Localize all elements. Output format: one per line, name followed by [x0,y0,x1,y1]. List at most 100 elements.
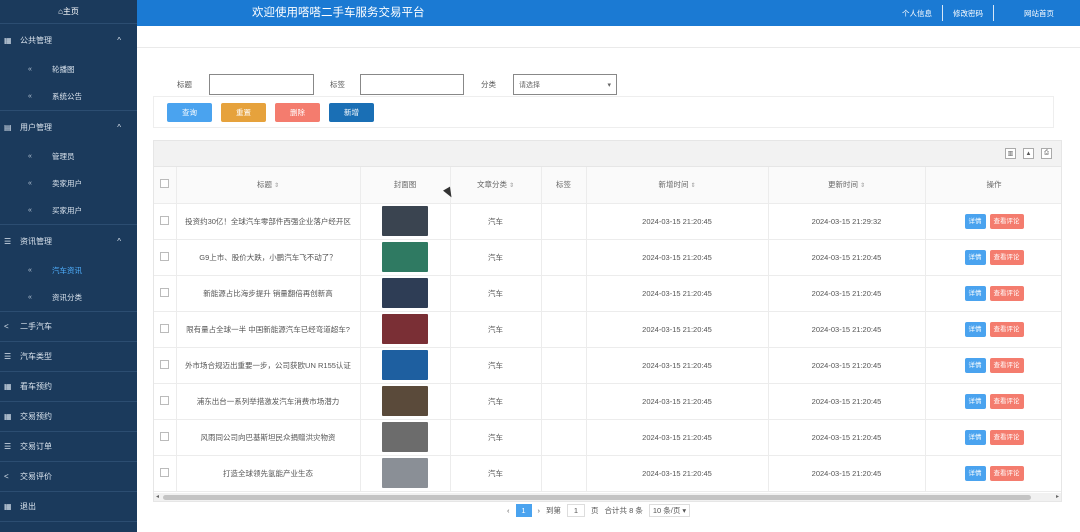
detail-button[interactable]: 详情 [964,429,986,445]
column-created[interactable]: 新增时间 ⇕ [586,167,769,204]
sidebar-item-news-category[interactable]: « 资讯分类 [0,284,137,311]
column-category[interactable]: 文章分类 ⇕ [450,167,542,204]
page-number-current[interactable]: 1 [515,504,532,517]
columns-icon[interactable]: ▥ [1005,148,1016,159]
column-title[interactable]: 标题 ⇕ [176,167,361,204]
next-page-button[interactable]: › [538,506,541,515]
category-select[interactable]: 请选择 ▾ [513,74,617,95]
tag-input[interactable] [360,74,464,95]
category-select-value: 请选择 [519,81,540,89]
list-icon: ☰ [4,236,12,246]
row-checkbox[interactable] [154,347,177,384]
website-home-link[interactable]: 网站首页 [994,8,1080,19]
sidebar-item-reviews[interactable]: < 交易评价 [0,462,137,492]
detail-button[interactable]: 详情 [964,285,986,301]
view-reviews-button[interactable]: 查看评论 [989,249,1024,265]
news-table: 标题 ⇕ 封面图 文章分类 ⇕ 标签 新增时间 ⇕ 更新时间 ⇕ 操作 投资约30亿！全… [154,167,1061,492]
sidebar-home[interactable]: ⌂主页 [0,0,137,24]
sidebar-item-used-cars[interactable]: < 二手汽车 [0,312,137,342]
scroll-right-icon[interactable]: ▸ [1056,493,1059,500]
row-checkbox[interactable] [154,311,177,348]
view-reviews-button[interactable]: 查看评论 [989,321,1024,337]
horizontal-scrollbar[interactable]: ◂ ▸ [154,493,1061,501]
change-password-link[interactable]: 修改密码 [943,8,993,19]
search-form: 标题 标签 分类 请选择 ▾ [177,74,617,95]
row-checkbox[interactable] [154,419,177,456]
row-ops: 详情 查看评论 [925,383,1061,420]
row-created: 2024-03-15 21:20:45 [586,455,769,492]
sidebar-item-buyer[interactable]: « 买家用户 [0,197,137,224]
sidebar-item-car-news[interactable]: « 汽车资讯 [0,257,137,284]
view-reviews-button[interactable]: 查看评论 [989,213,1024,229]
print-icon[interactable]: ⎙ [1041,148,1052,159]
sidebar-item-carousel[interactable]: « 轮播图 [0,56,137,83]
sidebar-item-seller[interactable]: « 卖家用户 [0,170,137,197]
detail-button[interactable]: 详情 [964,465,986,481]
document-icon: ▤ [4,122,12,132]
delete-button[interactable]: 删除 [275,102,320,122]
detail-button[interactable]: 详情 [964,249,986,265]
row-title: 新能源占比海步提升 销量翻倍再创新高 [176,275,361,312]
page-title: 欢迎使用嗒嗒二手车服务交易平台 [252,7,425,19]
row-title: 外市场合规迈出重要一步，公司获欧UN R155认证 [176,347,361,384]
cover-image [382,422,428,452]
table-header-row: 标题 ⇕ 封面图 文章分类 ⇕ 标签 新增时间 ⇕ 更新时间 ⇕ 操作 [154,167,1061,204]
row-checkbox[interactable] [154,275,177,312]
cover-image [382,278,428,308]
view-reviews-button[interactable]: 查看评论 [989,285,1024,301]
column-updated[interactable]: 更新时间 ⇕ [768,167,926,204]
sidebar-item-logout[interactable]: ▦ 退出 [0,492,137,522]
cover-image [382,458,428,488]
title-input[interactable] [209,74,314,95]
row-checkbox[interactable] [154,455,177,492]
view-reviews-button[interactable]: 查看评论 [989,429,1024,445]
reset-button[interactable]: 重置 [221,102,266,122]
row-tag [541,455,587,492]
view-reviews-button[interactable]: 查看评论 [989,357,1024,373]
export-icon[interactable]: ▲ [1023,148,1034,159]
view-reviews-button[interactable]: 查看评论 [989,393,1024,409]
scrollbar-thumb[interactable] [163,495,1031,500]
tab-strip [137,26,1080,48]
chevron-up-icon: ^ [117,236,121,246]
prev-page-button[interactable]: ‹ [507,506,510,515]
sidebar-group-header[interactable]: ☰ 资讯管理 ^ [0,225,137,257]
row-checkbox[interactable] [154,383,177,420]
row-checkbox[interactable] [154,203,177,240]
row-checkbox[interactable] [154,239,177,276]
sidebar-group-public: ▦ 公共管理 ^ « 轮播图 « 系统公告 [0,24,137,111]
sidebar-item-notice[interactable]: « 系统公告 [0,83,137,110]
scroll-left-icon[interactable]: ◂ [156,493,159,500]
sidebar-item-label: 交易预约 [20,412,52,421]
table-row: 浦东出台一系列举措激发汽车消费市场潜力 汽车 2024-03-15 21:20:45… [154,383,1061,420]
add-button[interactable]: 新增 [329,102,374,122]
view-reviews-button[interactable]: 查看评论 [989,465,1024,481]
profile-link[interactable]: 个人信息 [892,8,942,19]
detail-button[interactable]: 详情 [964,357,986,373]
query-button[interactable]: 查询 [167,102,212,122]
detail-button[interactable]: 详情 [964,393,986,409]
sidebar-item-orders[interactable]: ☰ 交易订单 [0,432,137,462]
chevron-down-icon: ▾ [607,81,611,89]
sidebar-group-header[interactable]: ▤ 用户管理 ^ [0,111,137,143]
sidebar-item-label: 汽车类型 [20,352,52,361]
sidebar-item-label: 退出 [20,502,36,511]
page-size-select[interactable]: 10 条/页 ▾ [648,504,691,517]
row-ops: 详情 查看评论 [925,311,1061,348]
cover-image [382,386,428,416]
detail-button[interactable]: 详情 [964,321,986,337]
sidebar-item-trade-booking[interactable]: ▦ 交易预约 [0,402,137,432]
sidebar-item-viewing-booking[interactable]: ▦ 看车预约 [0,372,137,402]
sidebar-item-label: 二手汽车 [20,322,52,331]
sidebar-group-header[interactable]: ▦ 公共管理 ^ [0,24,137,56]
sidebar-group-news: ☰ 资讯管理 ^ « 汽车资讯 « 资讯分类 [0,225,137,312]
table-row: 外市场合规迈出重要一步，公司获欧UN R155认证 汽车 2024-03-15 21… [154,347,1061,384]
sidebar-group-users: ▤ 用户管理 ^ « 管理员 « 卖家用户 « 买家用户 [0,111,137,225]
select-all-checkbox[interactable] [154,167,177,204]
grid-icon: ▦ [4,502,12,511]
goto-page-input[interactable]: 1 [567,504,585,517]
sidebar-item-admin[interactable]: « 管理员 [0,143,137,170]
sidebar-item-car-types[interactable]: ☰ 汽车类型 [0,342,137,372]
detail-button[interactable]: 详情 [964,213,986,229]
sidebar: ⌂主页 ▦ 公共管理 ^ « 轮播图 « 系统公告 ▤ 用户管理 ^ « 管理员 « 卖… [0,0,137,532]
